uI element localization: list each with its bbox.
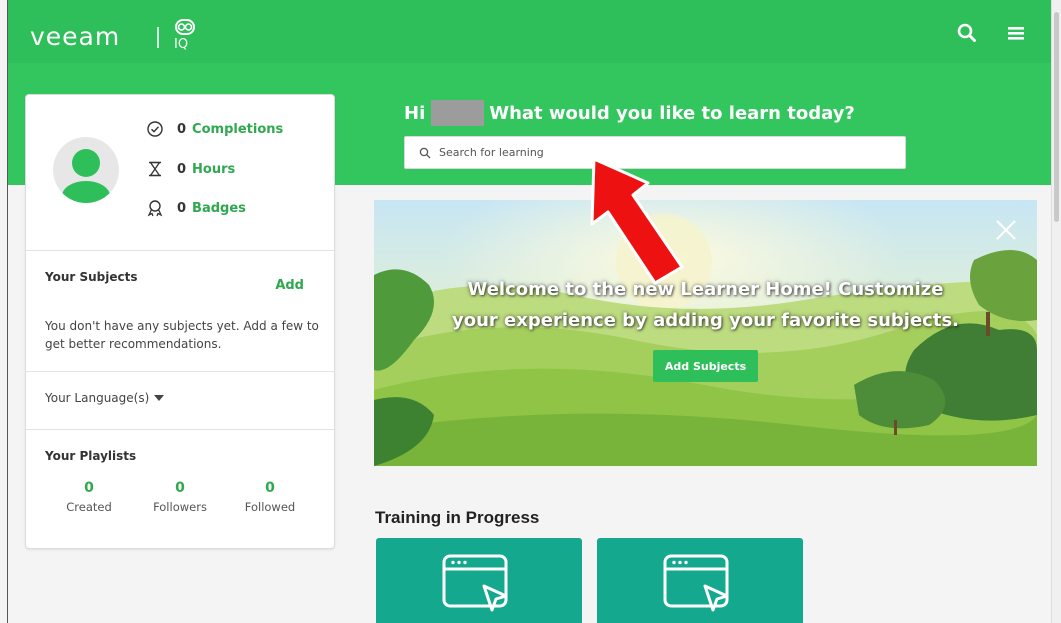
completions-stat[interactable]: 0 Completions xyxy=(146,118,283,140)
browser-cursor-icon xyxy=(663,554,729,612)
badges-stat[interactable]: 0 Badges xyxy=(146,197,246,219)
caret-down-icon xyxy=(154,395,165,401)
avatar-body-shape xyxy=(62,181,110,203)
badges-link[interactable]: Badges xyxy=(192,201,246,216)
scrollbar-thumb[interactable] xyxy=(1054,12,1059,222)
welcome-line-1: Welcome to the new Learner Home! Customi… xyxy=(467,279,944,300)
divider xyxy=(26,429,334,430)
divider xyxy=(26,250,334,251)
completions-link[interactable]: Completions xyxy=(192,122,283,137)
check-circle-icon xyxy=(147,121,163,137)
browser-cursor-icon xyxy=(442,554,508,612)
greeting-prefix: Hi xyxy=(404,102,426,124)
greeting-question: What would you like to learn today? xyxy=(489,102,855,124)
language-label: Your Language(s) xyxy=(45,391,150,405)
followed-label: Followed xyxy=(244,500,296,514)
profile-card: 0 Completions 0 Hours 0 Badges Your Subj… xyxy=(25,94,335,549)
hours-count: 0 xyxy=(177,161,187,177)
veeam-logo-text[interactable]: veeam xyxy=(30,22,120,51)
course-card[interactable] xyxy=(376,538,582,623)
close-icon[interactable] xyxy=(994,218,1018,242)
followed-count: 0 xyxy=(265,480,275,496)
iq-logo-label: IQ xyxy=(174,37,188,50)
hours-stat[interactable]: 0 Hours xyxy=(146,158,235,180)
your-playlists-heading: Your Playlists xyxy=(45,449,137,463)
iq-owl-logo-icon: IQ xyxy=(174,19,195,50)
avatar[interactable] xyxy=(53,137,119,203)
add-subject-link[interactable]: Add xyxy=(275,278,304,293)
badges-count: 0 xyxy=(177,200,187,216)
welcome-message: Welcome to the new Learner Home! Customi… xyxy=(374,274,1037,336)
subjects-empty-message: You don't have any subjects yet. Add a f… xyxy=(45,319,319,351)
add-subjects-button[interactable]: Add Subjects xyxy=(653,350,758,382)
hourglass-icon xyxy=(149,161,161,177)
redacted-username xyxy=(431,100,485,126)
playlists-followed-stat[interactable]: 0 Followed xyxy=(230,480,310,514)
logo-separator xyxy=(157,27,159,48)
your-subjects-heading: Your Subjects xyxy=(45,270,138,284)
created-label: Created xyxy=(66,500,112,514)
created-count: 0 xyxy=(84,480,94,496)
completions-count: 0 xyxy=(177,121,187,137)
greeting-heading: Hi What would you like to learn today? xyxy=(404,100,855,126)
hours-link[interactable]: Hours xyxy=(192,162,235,177)
badge-ribbon-icon xyxy=(147,200,163,217)
search-icon xyxy=(419,147,431,158)
course-card[interactable] xyxy=(597,538,803,623)
welcome-banner: Welcome to the new Learner Home! Customi… xyxy=(374,200,1037,466)
red-annotation-arrow xyxy=(590,157,684,285)
vertical-scrollbar[interactable] xyxy=(1051,0,1061,623)
search-icon[interactable] xyxy=(956,22,978,44)
welcome-line-2: your experience by adding your favorite … xyxy=(452,310,959,331)
playlists-followers-stat[interactable]: 0 Followers xyxy=(140,480,220,514)
top-navigation-bar: veeam IQ xyxy=(8,0,1051,63)
language-dropdown[interactable]: Your Language(s) xyxy=(45,391,165,405)
window-border xyxy=(7,0,8,623)
hamburger-menu-icon[interactable] xyxy=(1005,22,1027,44)
training-in-progress-heading: Training in Progress xyxy=(375,508,540,527)
followers-count: 0 xyxy=(175,480,185,496)
playlists-created-stat[interactable]: 0 Created xyxy=(49,480,129,514)
followers-label: Followers xyxy=(153,500,207,514)
avatar-head-shape xyxy=(72,149,100,177)
divider xyxy=(26,371,334,372)
